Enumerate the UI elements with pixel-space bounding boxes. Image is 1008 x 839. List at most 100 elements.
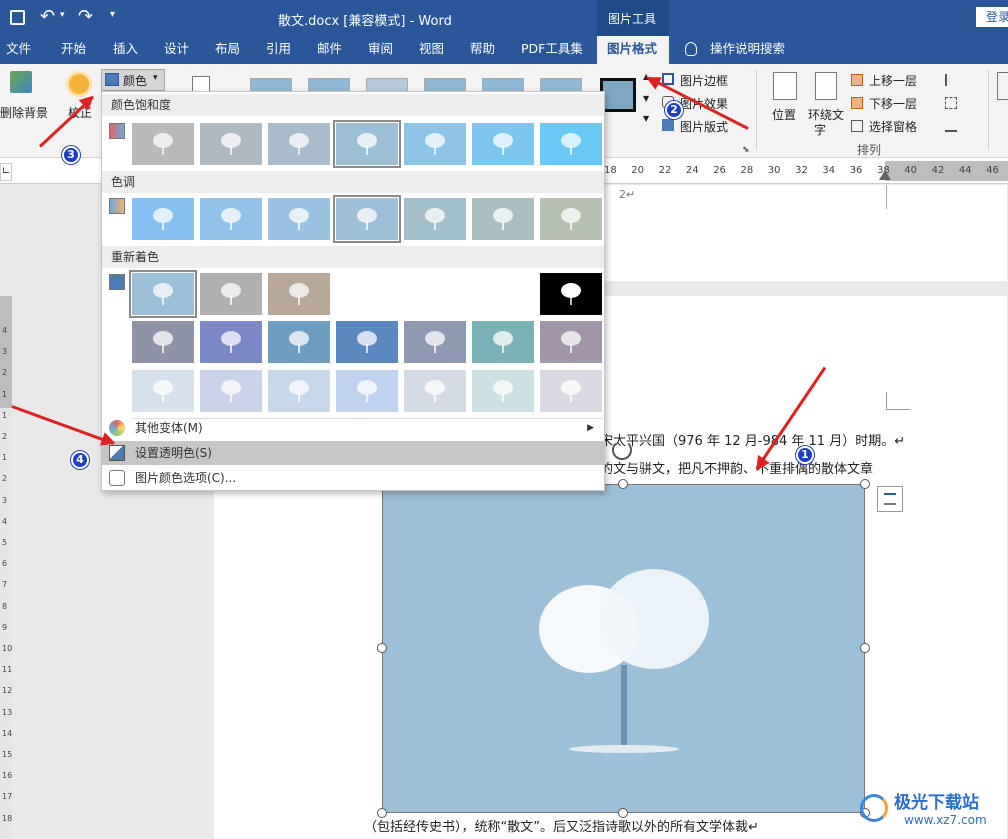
dialog-launcher-icon[interactable]: ⬊ [742, 145, 750, 155]
color-options-label: 图片颜色选项(C)... [135, 471, 237, 485]
recolor-swatch[interactable] [132, 321, 194, 363]
group-icon[interactable] [945, 97, 957, 109]
recolor-swatch[interactable] [268, 321, 330, 363]
bring-forward-button[interactable]: 上移一层 [869, 72, 917, 89]
tab-references[interactable]: 引用 [266, 36, 291, 64]
recolor-swatch[interactable] [268, 370, 330, 412]
recolor-swatch[interactable] [132, 370, 194, 412]
document-title: 散文.docx [兼容模式] - Word [278, 14, 452, 29]
recolor-swatch[interactable] [200, 370, 262, 412]
color-button-label: 颜色 [123, 74, 148, 88]
rotate-icon[interactable] [945, 120, 957, 132]
right-indent-marker[interactable] [879, 170, 891, 180]
tab-design[interactable]: 设计 [164, 36, 189, 64]
resize-handle-top-right[interactable] [860, 479, 870, 489]
saturation-swatch[interactable] [472, 123, 534, 165]
tab-mailings[interactable]: 邮件 [317, 36, 342, 64]
resize-handle-top[interactable] [618, 479, 628, 489]
tone-swatch[interactable] [404, 198, 466, 240]
annotation-badge-4: 4 [71, 451, 89, 469]
login-button[interactable]: 登录 [976, 7, 1008, 27]
more-variations-label: 其他变体(M) [135, 421, 203, 435]
tone-icon [109, 198, 125, 214]
annotation-badge-1: 1 [796, 446, 814, 464]
size-icon[interactable] [997, 72, 1008, 100]
resize-handle-bottom-left[interactable] [377, 808, 387, 818]
ruler-tick-label: 12 [2, 686, 13, 696]
set-transparent-label: 设置透明色(S) [135, 446, 212, 460]
ruler-tick-label: 42 [931, 165, 945, 176]
picture-layout-button[interactable]: 图片版式 [680, 118, 728, 135]
recolor-header: 重新着色 [102, 246, 604, 268]
ruler-tick-label: 18 [2, 813, 13, 823]
recolor-swatch[interactable] [336, 370, 398, 412]
recolor-swatch[interactable] [540, 321, 602, 363]
tab-file[interactable]: 文件 [6, 36, 31, 64]
style-thumbnail[interactable] [600, 78, 636, 112]
tone-swatch[interactable] [472, 198, 534, 240]
saturation-swatch[interactable] [333, 120, 401, 168]
tone-swatch[interactable] [333, 195, 401, 243]
tone-swatch[interactable] [268, 198, 330, 240]
redo-icon[interactable]: ↷ [78, 6, 93, 27]
tab-home[interactable]: 开始 [61, 36, 86, 64]
recolor-swatch[interactable] [200, 321, 262, 363]
body-text-line-1[interactable]: 宋太平兴国（976 年 12 月-984 年 11 月）时期。↵ [600, 430, 905, 449]
recolor-swatch[interactable] [540, 370, 602, 412]
selected-picture[interactable] [382, 484, 865, 813]
remove-background-button[interactable]: 删除背景 [0, 104, 48, 121]
recolor-swatch[interactable] [472, 370, 534, 412]
tab-help[interactable]: 帮助 [470, 36, 495, 64]
undo-dropdown-icon[interactable]: ▾ [60, 10, 65, 20]
recolor-swatch[interactable] [404, 370, 466, 412]
saturation-swatch[interactable] [200, 123, 262, 165]
saturation-swatch[interactable] [404, 123, 466, 165]
tab-layout[interactable]: 布局 [215, 36, 240, 64]
undo-icon[interactable]: ↶ [40, 6, 55, 27]
color-wheel-icon [109, 420, 125, 436]
ruler-tick-label: 3 [2, 495, 8, 505]
picture-border-button[interactable]: 图片边框 [680, 72, 728, 89]
tab-picture-format-label: 图片格式 [607, 41, 658, 56]
resize-handle-bottom[interactable] [618, 808, 628, 818]
body-text-line-2[interactable]: 的文与骈文，把凡不押韵、不重排偶的散体文章 [600, 458, 873, 477]
color-picture-icon [105, 73, 119, 86]
tone-swatch[interactable] [200, 198, 262, 240]
more-variations-item[interactable]: 其他变体(M) ▶ [102, 416, 604, 440]
saturation-swatch[interactable] [268, 123, 330, 165]
body-text-line-3[interactable]: （包括经传史书），统称“散文”。后又泛指诗歌以外的所有文学体裁↵ [364, 816, 759, 835]
saturation-swatch[interactable] [540, 123, 602, 165]
set-transparent-color-item[interactable]: 设置透明色(S) [102, 441, 604, 465]
submenu-arrow-icon: ▶ [587, 423, 594, 433]
send-backward-button[interactable]: 下移一层 [869, 95, 917, 112]
gallery-more-icon[interactable]: ▼ [643, 114, 649, 123]
saturation-swatch[interactable] [132, 123, 194, 165]
tab-view[interactable]: 视图 [419, 36, 444, 64]
customize-qat-icon[interactable]: ▾ [110, 9, 115, 20]
tone-swatch[interactable] [540, 198, 602, 240]
selection-pane-button[interactable]: 选择窗格 [869, 118, 917, 135]
recolor-swatch[interactable] [540, 273, 602, 315]
align-icon[interactable] [945, 74, 957, 86]
ruler-tick-label: 1 [2, 410, 8, 420]
recolor-swatch[interactable] [472, 321, 534, 363]
rotate-handle-icon[interactable] [612, 440, 632, 460]
tell-me-search[interactable]: 操作说明搜索 [710, 36, 785, 64]
tab-selector[interactable]: ∟ [0, 163, 12, 181]
position-button[interactable]: 位置 [772, 106, 796, 123]
tab-review[interactable]: 审阅 [368, 36, 393, 64]
tab-pdf-tools[interactable]: PDF工具集 [521, 36, 583, 64]
picture-color-options-item[interactable]: 图片颜色选项(C)... [102, 466, 604, 490]
recolor-swatch[interactable] [200, 273, 262, 315]
resize-handle-left[interactable] [377, 643, 387, 653]
gallery-scroll-down-icon[interactable]: ▼ [643, 94, 649, 103]
resize-handle-right[interactable] [860, 643, 870, 653]
tab-insert[interactable]: 插入 [113, 36, 138, 64]
layout-options-icon[interactable] [877, 486, 903, 512]
tone-swatch[interactable] [132, 198, 194, 240]
recolor-swatch[interactable] [336, 321, 398, 363]
recolor-swatch[interactable] [404, 321, 466, 363]
recolor-swatch[interactable] [268, 273, 330, 315]
recolor-swatch[interactable] [129, 270, 197, 318]
save-icon[interactable] [10, 10, 25, 25]
